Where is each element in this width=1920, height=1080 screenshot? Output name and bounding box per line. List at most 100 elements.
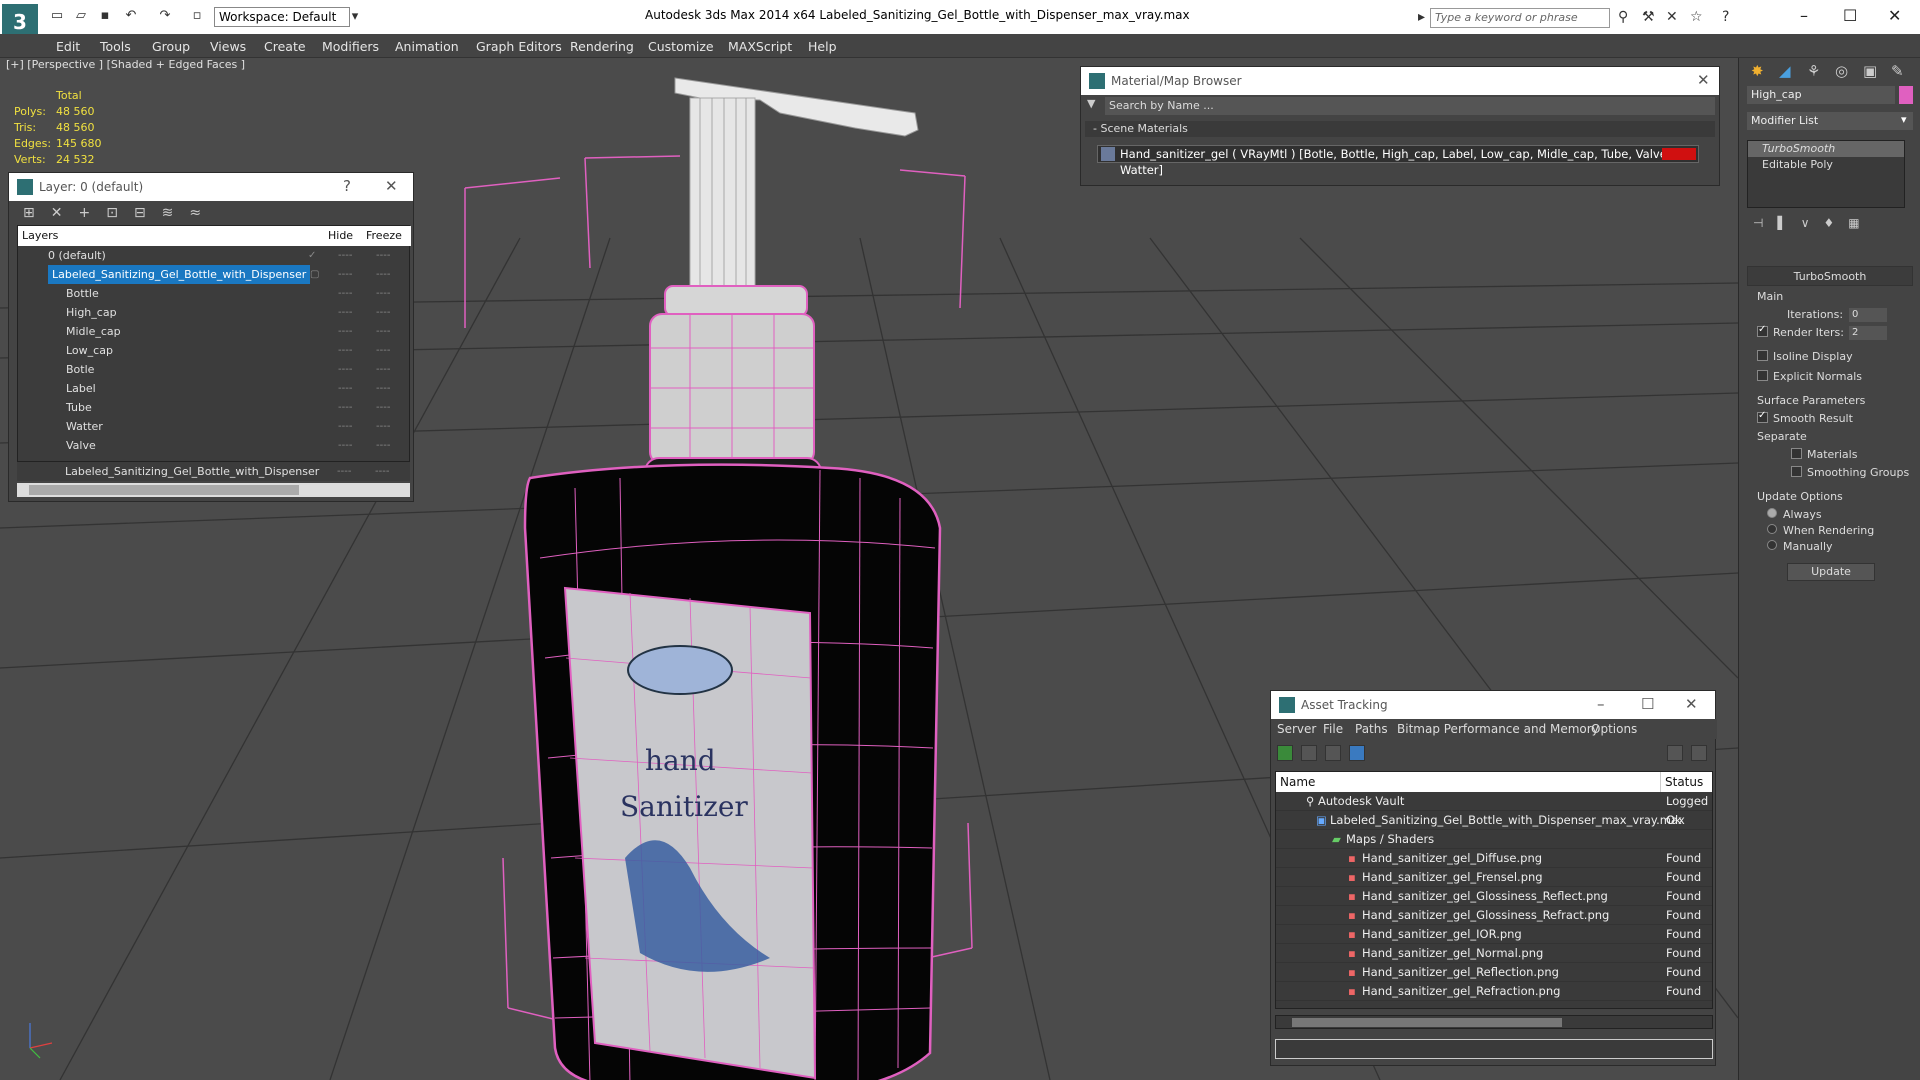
exchange-icon[interactable]: ✕ [1666, 9, 1678, 25]
col-status[interactable]: Status [1660, 772, 1703, 792]
table-row[interactable]: ▪ Hand_sanitizer_gel_Glossiness_Reflect.p… [1276, 887, 1712, 906]
binoculars-icon[interactable]: ⚲ [1618, 9, 1628, 25]
create-tab-icon[interactable]: ✸ [1751, 62, 1764, 80]
layer-row[interactable]: Bottle ---- ---- [18, 284, 411, 303]
object-name-field[interactable]: High_cap [1747, 86, 1895, 104]
pin-stack-icon[interactable]: ⊣ [1753, 216, 1777, 230]
hide-toggle[interactable]: ---- [338, 265, 352, 284]
menu-icon[interactable]: ▼ [1087, 97, 1095, 110]
explicit-normals-checkbox[interactable] [1757, 370, 1768, 381]
menu-rendering[interactable]: Rendering [570, 39, 634, 54]
material-item[interactable]: Hand_sanitizer_gel ( VRayMtl ) [Botle, B… [1097, 145, 1699, 177]
table-row[interactable]: ▪ Hand_sanitizer_gel_Frensel.png Found [1276, 868, 1712, 887]
table-row[interactable]: ▪ Hand_sanitizer_gel_Normal.png Found [1276, 944, 1712, 963]
scroll-thumb[interactable] [1292, 1018, 1562, 1027]
hide-toggle[interactable]: ---- [338, 417, 352, 436]
open-file-icon[interactable]: ▱ [72, 8, 90, 24]
menu-server[interactable]: Server [1277, 722, 1316, 736]
modifier-list-dropdown[interactable]: Modifier List [1747, 112, 1913, 130]
table-row[interactable]: ▪ Hand_sanitizer_gel_IOR.png Found [1276, 925, 1712, 944]
hide-toggle[interactable]: ---- [338, 246, 352, 265]
minimize-icon[interactable]: – [1597, 695, 1605, 713]
layer-row[interactable]: Label ---- ---- [18, 379, 411, 398]
minimize-icon[interactable]: – [1800, 6, 1808, 25]
render-iters-spinner[interactable]: 2 [1849, 326, 1887, 340]
check-icon[interactable]: ✓ [308, 246, 316, 265]
tree-view-icon[interactable] [1325, 745, 1341, 761]
maximize-icon[interactable]: ☐ [1641, 695, 1654, 713]
turbosmooth-rollout[interactable]: TurboSmooth [1747, 266, 1913, 286]
make-unique-icon[interactable]: ∨ [1801, 216, 1824, 230]
menu-group[interactable]: Group [152, 39, 190, 54]
layer-row[interactable]: Midle_cap ---- ---- [18, 322, 411, 341]
freeze-toggle[interactable]: ---- [376, 360, 390, 379]
hierarchy-tab-icon[interactable]: ⚘ [1807, 62, 1820, 80]
layer-row[interactable]: Watter ---- ---- [18, 417, 411, 436]
scroll-thumb[interactable] [29, 485, 299, 495]
update-button[interactable]: Update [1787, 563, 1875, 581]
freeze-toggle[interactable]: ---- [376, 379, 390, 398]
hide-toggle[interactable]: ---- [338, 284, 352, 303]
stack-item-turbosmooth[interactable]: TurboSmooth [1748, 141, 1904, 157]
hide-toggle[interactable]: ---- [337, 462, 351, 481]
hide-toggle[interactable]: ---- [338, 341, 352, 360]
freeze-toggle[interactable]: ---- [376, 284, 390, 303]
close-icon[interactable]: ✕ [1697, 71, 1710, 89]
current-layer-icon[interactable]: ▢ [310, 265, 319, 284]
layer-row[interactable]: Labeled_Sanitizing_Gel_Bottle_with_Dispe… [17, 462, 410, 481]
iterations-spinner[interactable]: 0 [1849, 308, 1887, 322]
col-hide[interactable]: Hide [328, 226, 353, 246]
add-icon[interactable]: + [78, 205, 106, 221]
hide-toggle[interactable]: ---- [338, 398, 352, 417]
motion-tab-icon[interactable]: ◎ [1835, 62, 1848, 80]
table-row[interactable]: ▰ Maps / Shaders [1276, 830, 1712, 849]
freeze-toggle[interactable]: ---- [376, 417, 390, 436]
menu-options[interactable]: Options [1591, 722, 1637, 736]
new-file-icon[interactable]: ▭ [48, 8, 66, 24]
refresh-icon[interactable] [1277, 745, 1293, 761]
menu-tools[interactable]: Tools [100, 39, 131, 54]
freeze-toggle[interactable]: ---- [376, 341, 390, 360]
search-input[interactable]: Type a keyword or phrase [1430, 8, 1610, 28]
when-rendering-radio[interactable] [1767, 524, 1777, 534]
materials-checkbox[interactable] [1791, 448, 1802, 459]
isoline-checkbox[interactable] [1757, 350, 1768, 361]
highlight-icon[interactable]: ⊟ [134, 205, 162, 221]
maximize-icon[interactable]: ☐ [1843, 6, 1857, 25]
layer-list[interactable]: Layers Hide Freeze 0 (default) ✓ ---- ---- … [17, 225, 411, 462]
freeze-toggle[interactable]: ---- [375, 462, 389, 481]
help-icon[interactable] [1667, 745, 1683, 761]
arrow-right-icon[interactable]: ▸ [1418, 9, 1425, 25]
menu-customize[interactable]: Customize [648, 39, 714, 54]
table-row[interactable]: ▪ Hand_sanitizer_gel_Refraction.png Found [1276, 982, 1712, 1001]
display-tab-icon[interactable]: ▣ [1863, 62, 1877, 80]
layer-row[interactable]: Valve ---- ---- [18, 436, 411, 455]
menu-animation[interactable]: Animation [395, 39, 459, 54]
menu-help[interactable]: Help [808, 39, 837, 54]
chevron-down-icon[interactable]: ▾ [346, 9, 364, 25]
menu-graph-editors[interactable]: Graph Editors [476, 39, 562, 54]
show-end-result-icon[interactable]: ▌ [1777, 216, 1800, 230]
render-iters-checkbox[interactable] [1757, 324, 1768, 337]
asset-table[interactable]: Name Status ⚲ Autodesk Vault Logged O ▣ Lab… [1275, 771, 1713, 1009]
table-row[interactable]: ⚲ Autodesk Vault Logged O [1276, 792, 1712, 827]
hide-toggle[interactable]: ---- [338, 436, 352, 455]
star-icon[interactable]: ☆ [1690, 9, 1703, 25]
remove-modifier-icon[interactable]: ♦ [1823, 216, 1848, 230]
smoothing-groups-checkbox[interactable] [1791, 466, 1802, 477]
menu-edit[interactable]: Edit [56, 39, 80, 54]
viewport-label[interactable]: [+] [Perspective ] [Shaded + Edged Faces… [6, 58, 245, 71]
freeze-toggle[interactable]: ---- [376, 265, 390, 284]
help-icon[interactable]: ? [1722, 9, 1729, 25]
col-freeze[interactable]: Freeze [366, 226, 402, 246]
scene-materials-section[interactable]: - Scene Materials [1085, 121, 1715, 137]
freeze-toggle[interactable]: ---- [376, 398, 390, 417]
asset-path-field[interactable] [1275, 1039, 1713, 1059]
hide-toggle[interactable]: ---- [338, 303, 352, 322]
workspace-dropdown[interactable]: Workspace: Default [214, 7, 350, 27]
new-layer-icon[interactable]: ⊞ [23, 205, 51, 221]
menu-bitmap-performance[interactable]: Bitmap Performance and Memory [1397, 722, 1599, 736]
tools-icon[interactable]: ⚒ [1642, 9, 1655, 25]
table-row[interactable]: ▣ Labeled_Sanitizing_Gel_Bottle_with_Disp… [1276, 811, 1712, 830]
layer-row[interactable]: Low_cap ---- ---- [18, 341, 411, 360]
